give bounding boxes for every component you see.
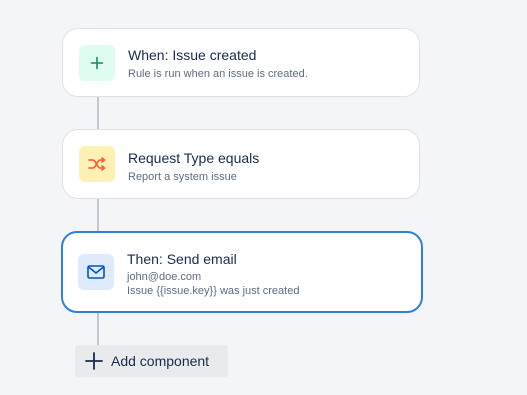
action-subject: Issue {{issue.key}} was just created — [127, 285, 300, 297]
condition-card[interactable]: Request Type equals Report a system issu… — [62, 129, 420, 199]
plus-icon — [90, 56, 104, 70]
trigger-icon-box — [79, 45, 115, 81]
connector-line — [97, 96, 99, 130]
trigger-card[interactable]: When: Issue created Rule is run when an … — [62, 28, 420, 97]
action-icon-box — [78, 254, 114, 290]
action-card[interactable]: Then: Send email john@doe.com Issue {{is… — [61, 231, 423, 313]
shuffle-icon — [88, 157, 106, 171]
condition-description: Report a system issue — [128, 171, 237, 183]
add-component-button[interactable]: Add component — [75, 345, 228, 377]
action-recipient: john@doe.com — [127, 271, 202, 283]
trigger-title: When: Issue created — [128, 47, 257, 63]
plus-icon — [85, 352, 103, 370]
add-component-label: Add component — [111, 353, 210, 369]
trigger-description: Rule is run when an issue is created. — [128, 68, 308, 80]
connector-line — [97, 312, 99, 346]
email-icon — [87, 265, 105, 279]
condition-title: Request Type equals — [128, 150, 260, 166]
connector-line — [97, 198, 99, 232]
condition-icon-box — [79, 146, 115, 182]
action-title: Then: Send email — [127, 251, 237, 267]
